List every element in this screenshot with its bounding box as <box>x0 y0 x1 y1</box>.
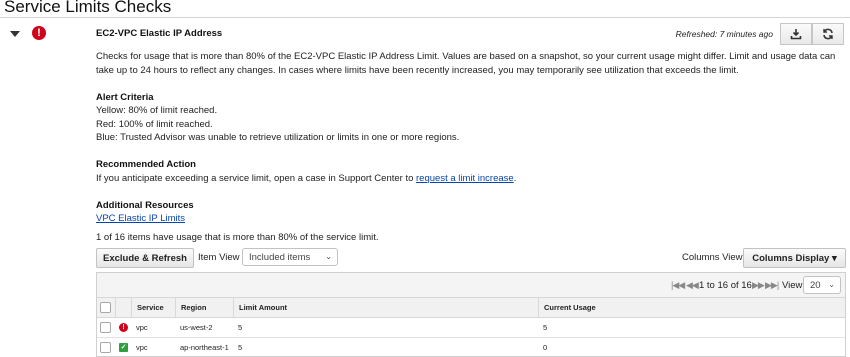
refresh-button[interactable] <box>812 23 844 45</box>
table-row: ! vpc us-west-2 5 5 <box>97 318 845 338</box>
item-view-select[interactable]: Included items ⌄ <box>242 248 338 266</box>
refreshed-timestamp: Refreshed: 7 minutes ago <box>675 29 773 39</box>
recommended-action-prefix: If you anticipate exceeding a service li… <box>96 173 417 184</box>
pager-range: 1 to 16 of 16 <box>699 280 752 291</box>
exclude-refresh-button[interactable]: Exclude & Refresh <box>96 248 194 268</box>
cell-limit-amount: 5 <box>238 323 243 332</box>
page-title: Service Limits Checks <box>4 0 172 16</box>
alert-criteria-red: Red: 100% of limit reached. <box>96 119 213 130</box>
table-header: Service Region Limit Amount Current Usag… <box>97 298 845 318</box>
additional-resources-list: VPC Elastic IP Limits <box>96 213 185 224</box>
chevron-down-icon: ⌄ <box>828 280 835 289</box>
collapse-caret-icon[interactable] <box>10 31 20 37</box>
cell-service: vpc <box>136 323 148 332</box>
recommended-action-suffix: . <box>513 173 517 184</box>
pager-bar: |◀◀ ◀◀ 1 to 16 of 16 ▶▶ ▶▶| View 20 ⌄ <box>97 273 845 298</box>
usage-summary: 1 of 16 items have usage that is more th… <box>96 232 379 243</box>
download-icon <box>790 29 802 40</box>
alert-criteria-heading: Alert Criteria <box>96 92 154 103</box>
previous-page-icon[interactable]: ◀◀ <box>686 280 699 291</box>
page-size-select[interactable]: 20 ⌄ <box>803 276 841 294</box>
results-grid: |◀◀ ◀◀ 1 to 16 of 16 ▶▶ ▶▶| View 20 ⌄ Se… <box>96 272 846 357</box>
refresh-icon <box>823 28 833 40</box>
additional-resources-heading: Additional Resources <box>96 200 194 211</box>
row-checkbox[interactable] <box>100 322 111 333</box>
cell-region: us-west-2 <box>180 323 213 332</box>
red-exclamation-circle-icon: ! <box>32 26 46 40</box>
columns-view-label: Columns View <box>682 252 743 263</box>
table-row: ✓ vpc ap-northeast-1 5 0 <box>97 338 845 357</box>
check-description: Checks for usage that is more than 80% o… <box>96 51 836 76</box>
alert-criteria-yellow: Yellow: 80% of limit reached. <box>96 105 218 116</box>
check-title: EC2-VPC Elastic IP Address <box>96 28 223 39</box>
column-header-service[interactable]: Service <box>131 298 175 318</box>
columns-display-button[interactable]: Columns Display ▾ <box>743 248 846 268</box>
download-button[interactable] <box>780 23 812 45</box>
select-all-checkbox[interactable] <box>100 302 111 313</box>
next-page-icon[interactable]: ▶▶ <box>752 280 765 291</box>
cell-current-usage: 0 <box>543 343 548 352</box>
recommended-action-heading: Recommended Action <box>96 159 196 170</box>
cell-current-usage: 5 <box>543 323 548 332</box>
item-view-label: Item View <box>198 252 240 263</box>
cell-region: ap-northeast-1 <box>180 343 229 352</box>
page-size-label: View <box>782 280 803 291</box>
item-view-value: Included items <box>249 251 311 263</box>
title-divider <box>0 17 850 18</box>
recommended-action-text: If you anticipate exceeding a service li… <box>96 173 516 184</box>
red-exclamation-circle-icon: ! <box>119 323 128 332</box>
cell-service: vpc <box>136 343 148 352</box>
vpc-elastic-ip-limits-link[interactable]: VPC Elastic IP Limits <box>96 213 185 224</box>
column-header-current-usage[interactable]: Current Usage <box>538 298 845 318</box>
last-page-icon[interactable]: ▶▶| <box>765 280 779 291</box>
status-column-header <box>115 298 131 318</box>
request-limit-increase-link[interactable]: request a limit increase <box>416 173 514 184</box>
page-size-value: 20 <box>810 279 821 291</box>
first-page-icon[interactable]: |◀◀ <box>671 280 685 291</box>
alert-criteria-blue: Blue: Trusted Advisor was unable to retr… <box>96 132 460 143</box>
column-header-limit-amount[interactable]: Limit Amount <box>233 298 538 318</box>
cell-limit-amount: 5 <box>238 343 243 352</box>
chevron-down-icon: ⌄ <box>325 252 332 261</box>
column-header-region[interactable]: Region <box>175 298 233 318</box>
row-checkbox[interactable] <box>100 342 111 353</box>
green-check-icon: ✓ <box>119 343 128 352</box>
